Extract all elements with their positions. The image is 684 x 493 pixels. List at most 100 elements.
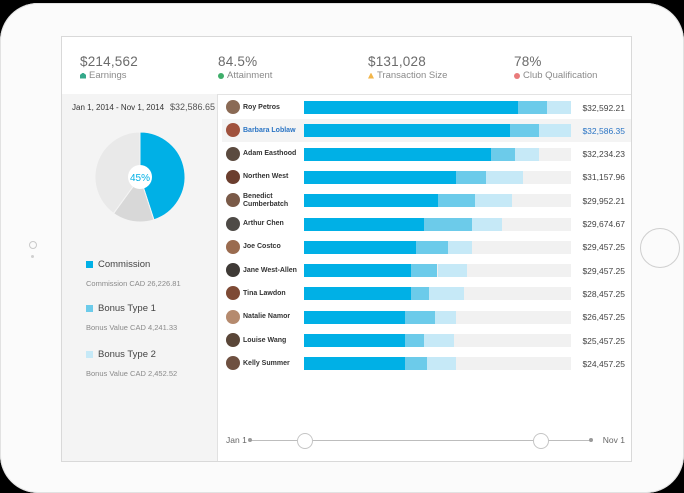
legend-label: Bonus Type 1 <box>98 303 156 314</box>
bonus-type-1-segment <box>509 124 539 138</box>
person-row[interactable]: Jane West-Allen $29,457.25 <box>222 259 631 282</box>
person-name: Tina Lawdon <box>243 289 286 297</box>
avatar <box>226 333 240 347</box>
timeline-end-handle[interactable] <box>532 433 549 449</box>
bonus-type-2-segment <box>448 240 473 254</box>
person-amount: $28,457.25 <box>582 288 625 299</box>
bonus-type-2-segment <box>429 287 465 301</box>
timeline-start-dot <box>248 438 252 442</box>
avatar <box>226 239 240 254</box>
timeline-end: Nov 1 <box>602 435 625 445</box>
timeline-start-handle[interactable] <box>296 433 313 449</box>
timeline-slider[interactable]: Jan 1 Nov 1 <box>222 430 631 450</box>
kpi-transaction-size[interactable]: $131,028 Transaction Size <box>368 54 447 81</box>
commission-segment <box>304 240 417 254</box>
avatar <box>226 356 240 371</box>
person-row[interactable]: Barbara Loblaw $32,586.35 <box>222 119 631 143</box>
bonus-type-2-segment <box>426 357 457 371</box>
bonus-type-1-segment <box>405 357 427 371</box>
earnings-bar[interactable] <box>304 287 571 301</box>
earnings-bar[interactable] <box>304 334 571 347</box>
earnings-bar[interactable] <box>304 310 571 324</box>
bonus-type-2-segment <box>474 194 513 208</box>
kpi-value: $214,562 <box>80 54 138 69</box>
bonus-type-1-segment <box>405 334 425 347</box>
earnings-bar[interactable] <box>304 264 571 278</box>
earnings-bar[interactable] <box>304 124 571 138</box>
earnings-bar[interactable] <box>304 217 571 231</box>
avatar <box>226 123 240 138</box>
person-amount: $29,457.25 <box>582 265 625 276</box>
kpi-label: Transaction Size <box>377 70 448 81</box>
kpi-attainment[interactable]: 84.5% Attainment <box>218 54 272 81</box>
legend-label: Bonus Type 2 <box>98 349 156 360</box>
legend-detail: Bonus Value CAD 2,452.52 <box>86 369 178 378</box>
kpi-label: Club Qualification <box>523 70 598 81</box>
person-amount: $24,457.25 <box>582 358 625 369</box>
commission-segment <box>304 357 406 371</box>
legend-bonus-type-1[interactable]: Bonus Type 1 Bonus Value CAD 4,241.33 <box>86 303 177 332</box>
earnings-bar[interactable] <box>304 147 571 161</box>
person-amount: $29,674.67 <box>582 219 625 229</box>
bonus-type-2-segment <box>424 334 454 347</box>
earnings-bar[interactable] <box>304 170 571 184</box>
person-row[interactable]: Roy Petros $32,592.21 <box>222 96 631 119</box>
person-row[interactable]: Benedict Cumberbatch $29,952.21 <box>222 189 631 212</box>
legend-detail: Bonus Value CAD 4,241.33 <box>86 323 178 332</box>
person-row[interactable]: Northen West $31,157.96 <box>222 166 631 189</box>
person-row[interactable]: Tina Lawdon $28,457.25 <box>222 282 631 305</box>
avatar <box>226 216 240 231</box>
person-name: Adam Easthood <box>243 150 297 158</box>
bonus-type-2-segment <box>434 310 457 324</box>
bonus-type-1-segment <box>410 287 430 301</box>
person-row[interactable]: Kelly Summer $24,457.25 <box>222 352 631 375</box>
person-row[interactable]: Arthur Chen $29,674.67 <box>222 213 631 236</box>
commission-segment <box>304 217 425 231</box>
avatar <box>226 146 240 161</box>
commission-segment <box>304 264 411 278</box>
person-row[interactable]: Louise Wang $25,457.25 <box>222 329 631 352</box>
earnings-bar[interactable] <box>304 357 571 371</box>
person-amount: $32,586.35 <box>582 125 625 136</box>
avatar <box>226 100 240 114</box>
commission-segment <box>304 334 406 347</box>
kpi-club-qualification[interactable]: 78% Club Qualification <box>514 54 597 81</box>
bonus-type-1-segment <box>405 310 435 324</box>
commission-swatch <box>86 261 93 268</box>
person-name: Barbara Loblaw <box>243 126 296 134</box>
bonus-type-2-swatch <box>86 351 93 358</box>
person-amount: $31,157.96 <box>582 172 625 183</box>
commission-segment <box>304 170 457 184</box>
avatar <box>226 169 240 184</box>
person-row[interactable]: Natalie Namor $26,457.25 <box>222 306 631 329</box>
commission-segment <box>304 124 510 138</box>
legend-commission[interactable]: Commission Commission CAD 26,226.81 <box>86 259 181 288</box>
bonus-type-1-swatch <box>86 305 93 312</box>
earnings-bar[interactable] <box>304 194 571 208</box>
kpi-value: 78% <box>514 54 542 69</box>
bonus-type-2-segment <box>546 101 571 114</box>
commission-segment <box>304 310 406 324</box>
person-row[interactable]: Adam Easthood $32,234.23 <box>222 143 631 166</box>
avatar <box>226 309 240 324</box>
bonus-type-2-segment <box>485 170 523 184</box>
summary-panel: Jan 1, 2014 - Nov 1, 2014 $32,586.65 45%… <box>62 94 218 461</box>
kpi-earnings[interactable]: $214,562 Earnings <box>80 54 138 81</box>
legend-bonus-type-2[interactable]: Bonus Type 2 Bonus Value CAD 2,452.52 <box>86 349 177 378</box>
person-name: Kelly Summer <box>243 359 290 367</box>
person-name: Jane West-Allen <box>243 266 297 274</box>
tablet-frame: $214,562 Earnings 84.5% Attainment $131,… <box>0 3 684 493</box>
commission-segment <box>304 101 518 114</box>
kpi-label: Attainment <box>227 70 273 81</box>
home-button[interactable] <box>640 228 680 268</box>
person-row[interactable]: Joe Costco $29,457.25 <box>222 236 631 259</box>
bonus-type-1-segment <box>517 101 547 114</box>
club-icon <box>514 72 520 79</box>
person-name: Natalie Namor <box>243 313 291 321</box>
person-name: Louise Wang <box>243 336 287 344</box>
earnings-bar[interactable] <box>304 240 571 254</box>
kpi-value: $131,028 <box>368 54 426 69</box>
bonus-type-2-segment <box>538 124 571 138</box>
person-amount: $32,234.23 <box>582 149 625 160</box>
earnings-bar[interactable] <box>304 101 571 114</box>
